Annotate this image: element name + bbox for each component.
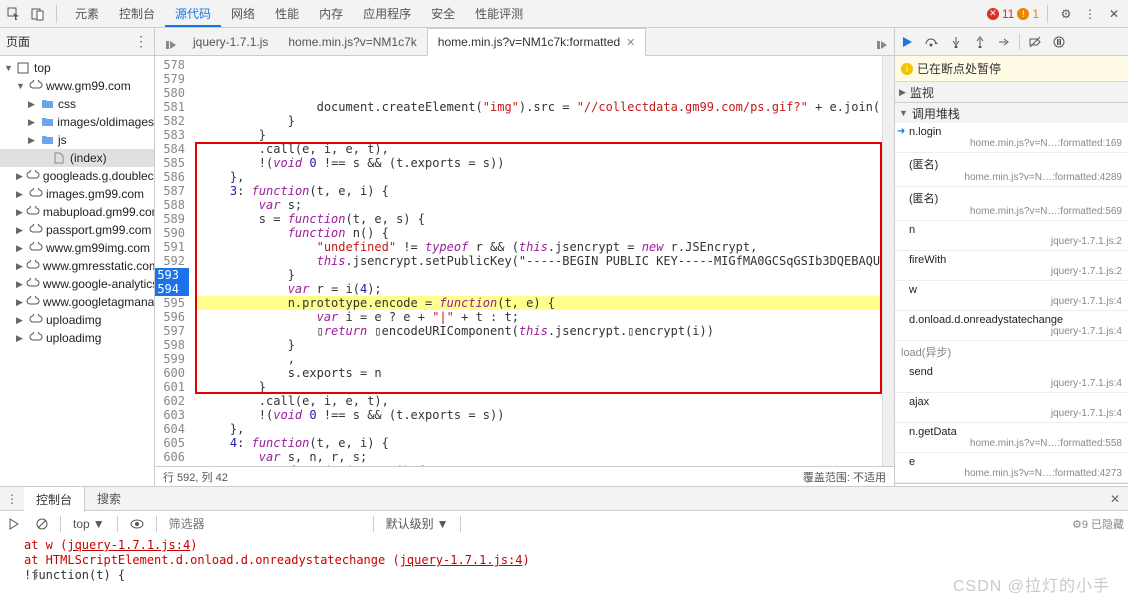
drawer-close-icon[interactable]: ✕ [1102,492,1128,506]
tree-item[interactable]: ▶images.gm99.com [0,185,154,203]
nav-back-icon[interactable] [159,35,183,55]
line-gutter[interactable]: 5785795805815825835845855865875885895905… [155,56,195,466]
callstack-section: ▼调用堆栈 n.loginhome.min.js?v=N…:formatted:… [895,103,1128,484]
stack-frame[interactable]: njquery-1.7.1.js:2 [895,221,1128,251]
step-icon[interactable] [995,33,1013,51]
paused-text: 已在断点处暂停 [917,60,1001,77]
panel-tabs: 元素控制台源代码网络性能内存应用程序安全性能评测 [65,1,533,27]
device-icon[interactable] [28,4,48,24]
tree-item[interactable]: ▶passport.gm99.com [0,221,154,239]
file-tree[interactable]: ▼top▼www.gm99.com▶css▶images/oldimages▶j… [0,56,154,350]
level-selector[interactable]: 默认级别 ▼ [382,513,453,534]
tab-console[interactable]: 控制台 [24,486,85,512]
close-tab-icon: ✕ [626,36,635,49]
debugger-panel: i 已在断点处暂停 ▶监视 ▼调用堆栈 n.loginhome.min.js?v… [895,28,1128,486]
tree-item[interactable]: ▶css [0,95,154,113]
stack-frame[interactable]: (匿名)home.min.js?v=N…:formatted:569 [895,187,1128,221]
clear-icon[interactable] [32,516,52,532]
main-toolbar: 元素控制台源代码网络性能内存应用程序安全性能评测 ✕11 !1 ⚙ ⋮ ✕ [0,0,1128,28]
live-expr-icon[interactable] [126,517,148,531]
console-error-line: at w (jquery-1.7.1.js:4) [24,538,1104,553]
tree-item[interactable]: ▶www.google-analytics.com [0,275,154,293]
panel-tab-5[interactable]: 内存 [309,1,353,27]
callstack-header[interactable]: ▼调用堆栈 [895,103,1128,123]
pause-exc-icon[interactable] [1050,33,1068,51]
console-error-line: at HTMLScriptElement.d.onload.d.onreadys… [24,553,1104,568]
panel-tab-6[interactable]: 应用程序 [353,1,421,27]
tree-item[interactable]: ▼www.gm99.com [0,77,154,95]
separator [56,5,57,23]
drawer-more-icon[interactable]: ⋮ [0,492,24,506]
nav-more-icon[interactable] [870,35,894,55]
deactivate-bp-icon[interactable] [1026,33,1044,51]
panel-tab-8[interactable]: 性能评测 [465,1,533,27]
async-divider: load(异步) [895,341,1128,363]
navigator-more-icon[interactable]: ⋮ [134,33,148,50]
panel-tab-2[interactable]: 源代码 [165,1,221,27]
stack-frame[interactable]: ehome.min.js?v=N…:formatted:4273 [895,453,1128,483]
panel-tab-1[interactable]: 控制台 [109,1,165,27]
tab-search[interactable]: 搜索 [85,486,133,511]
file-tab-bar: jquery-1.7.1.jshome.min.js?v=NM1c7khome.… [155,28,894,56]
info-icon: i [901,63,913,75]
file-tab[interactable]: home.min.js?v=NM1c7k [278,28,426,56]
tree-item[interactable]: ▶mabupload.gm99.com [0,203,154,221]
minimap[interactable] [882,56,894,466]
editor-panel: jquery-1.7.1.jshome.min.js?v=NM1c7khome.… [155,28,895,486]
gear-icon[interactable]: ⚙ [1056,4,1076,24]
code-area[interactable]: 5785795805815825835845855865875885895905… [155,56,894,466]
inspect-icon[interactable] [4,4,24,24]
panel-tab-3[interactable]: 网络 [221,1,265,27]
drawer-tabbar: ⋮ 控制台 搜索 ✕ [0,486,1128,510]
stack-frame[interactable]: n.getDatahome.min.js?v=N…:formatted:558 [895,423,1128,453]
tree-item[interactable]: ▶js [0,131,154,149]
debugger-toolbar [895,28,1128,56]
file-tab[interactable]: home.min.js?v=NM1c7k:formatted✕ [427,28,647,56]
tree-item[interactable]: ▶uploadimg [0,329,154,347]
tree-item[interactable]: ▶uploadimg [0,311,154,329]
navigator-header: 页面 ⋮ [0,28,154,56]
cursor-pos: 行 592, 列 42 [163,469,228,485]
hidden-count[interactable]: 9 已隐藏 [1072,516,1124,532]
close-icon[interactable]: ✕ [1104,4,1124,24]
console-input-line: ❯!function(t) { [24,568,1104,583]
execute-icon[interactable] [4,516,24,532]
code-content[interactable]: document.createElement("img").src = "//c… [195,56,894,466]
tree-item[interactable]: ▶www.gm99img.com [0,239,154,257]
context-selector[interactable]: top ▼ [69,515,109,533]
stack-frame[interactable]: d.onload.d.onreadystatechangejquery-1.7.… [895,311,1128,341]
tree-item[interactable]: ▶images/oldimages [0,113,154,131]
resume-icon[interactable] [899,33,917,51]
tree-item[interactable]: ▶www.gmresstatic.com [0,257,154,275]
stack-frame[interactable]: (匿名)home.min.js?v=N…:formatted:4289 [895,153,1128,187]
paused-banner: i 已在断点处暂停 [895,56,1128,82]
tree-item[interactable]: (index) [0,149,154,167]
console-output[interactable]: at w (jquery-1.7.1.js:4) at HTMLScriptEl… [0,536,1128,602]
navigator-title: 页面 [6,33,30,50]
watch-header[interactable]: ▶监视 [895,82,1128,102]
tree-item[interactable]: ▼top [0,59,154,77]
filter-input[interactable] [165,516,365,532]
stack-frame[interactable]: n.loginhome.min.js?v=N…:formatted:169 [895,123,1128,153]
file-tab[interactable]: jquery-1.7.1.js [183,28,278,56]
step-out-icon[interactable] [971,33,989,51]
console-toolbar: top ▼ 默认级别 ▼ 9 已隐藏 [0,510,1128,536]
coverage-status: 覆盖范围: 不适用 [803,469,886,485]
editor-status: 行 592, 列 42 覆盖范围: 不适用 [155,466,894,486]
watch-section: ▶监视 [895,82,1128,103]
panel-tab-7[interactable]: 安全 [421,1,465,27]
tree-item[interactable]: ▶googleads.g.doubleclick.net [0,167,154,185]
more-icon[interactable]: ⋮ [1080,4,1100,24]
step-into-icon[interactable] [947,33,965,51]
stack-frame[interactable]: ajaxjquery-1.7.1.js:4 [895,393,1128,423]
tree-item[interactable]: ▶www.googletagmanager.com [0,293,154,311]
panel-tab-0[interactable]: 元素 [65,1,109,27]
error-counter[interactable]: ✕11 !1 [987,7,1039,21]
stack-frame[interactable]: fireWithjquery-1.7.1.js:2 [895,251,1128,281]
stack-frame[interactable]: sendjquery-1.7.1.js:4 [895,363,1128,393]
stack-frame[interactable]: wjquery-1.7.1.js:4 [895,281,1128,311]
navigator-panel: 页面 ⋮ ▼top▼www.gm99.com▶css▶images/oldima… [0,28,155,486]
panel-tab-4[interactable]: 性能 [265,1,309,27]
step-over-icon[interactable] [923,33,941,51]
